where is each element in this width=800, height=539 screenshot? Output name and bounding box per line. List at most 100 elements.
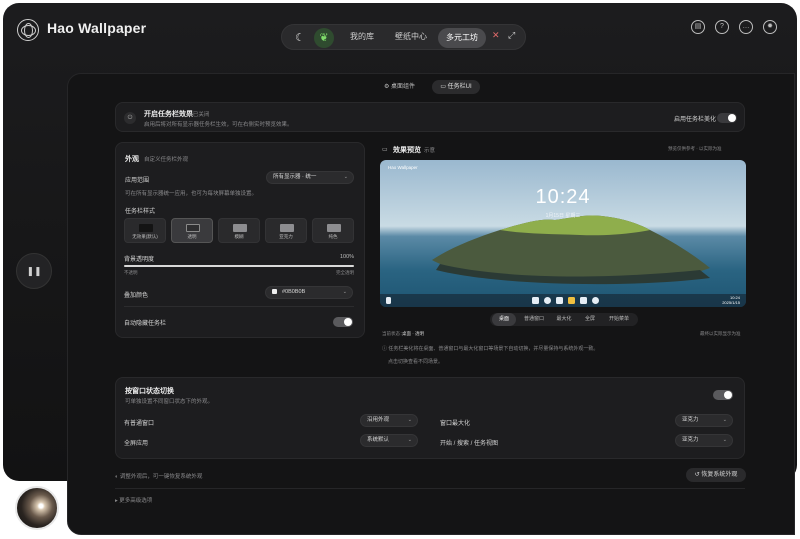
preview-taskbar: 10:24 2025/1/15: [380, 294, 746, 307]
preview-screen: Hao Wallpaper 10:24 1月15日 星期三 10:24 2025/…: [380, 160, 746, 307]
chevron-down-icon: ⌄: [407, 437, 412, 443]
preview-tabs: 桌面 普通窗口 最大化 全屏 开始菜单: [490, 313, 638, 326]
row-start-select[interactable]: 亚克力 ⌄: [675, 434, 733, 447]
preview-tab-maximized[interactable]: 最大化: [550, 313, 578, 326]
window-state-subtitle: 可单独设置不同窗口状态下的外观。: [125, 399, 214, 405]
appearance-title: 外观: [125, 156, 139, 163]
weather-icon: [386, 297, 391, 304]
chevron-down-icon: ⌄: [343, 174, 348, 180]
chat-icon[interactable]: …: [739, 20, 753, 34]
taskview-icon: [556, 297, 563, 304]
preview-tab-normal[interactable]: 普通窗口: [518, 313, 550, 326]
tab-workshop[interactable]: 多元工坊: [438, 28, 486, 48]
preview-app-label: Hao Wallpaper: [388, 165, 418, 170]
row-fullscreen-label: 全屏应用: [124, 441, 149, 447]
preview-info-right: 最终以实际显示为准: [700, 331, 741, 336]
row-maximized-select[interactable]: 亚克力 ⌄: [675, 414, 733, 427]
style-solid[interactable]: 纯色: [312, 218, 354, 243]
preview-tab-fullscreen[interactable]: 全屏: [578, 313, 602, 326]
color-select[interactable]: #0B0B0B ⌄: [265, 286, 353, 299]
preview-info-mid: 桌面 · 透明: [402, 331, 424, 336]
clipboard-icon[interactable]: ▤: [691, 20, 705, 34]
avatar[interactable]: [15, 486, 59, 530]
preview-tab-desktop[interactable]: 桌面: [492, 313, 516, 326]
opacity-max: 完全透明: [336, 270, 354, 275]
power-icon: ⏻: [124, 112, 136, 124]
opacity-value: 100%: [340, 254, 355, 260]
enable-toggle[interactable]: [717, 113, 737, 123]
stage: Hao Wallpaper ☾ ❦ 我的库 壁纸中心 多元工坊 ✕ ⤢ ▤ ? …: [0, 0, 800, 539]
enable-card: ⏻ 开启任务栏效果 ● 已关闭 启用后将对所有显示器任务栏生效，可在右侧实时预览…: [115, 102, 745, 132]
preview-tray-clock: 10:24 2025/1/15: [722, 295, 740, 305]
row-normal-label: 有普通窗口: [124, 421, 155, 427]
appearance-subtitle: 自定义任务栏外观: [144, 157, 189, 163]
tab-my-library[interactable]: 我的库: [350, 31, 374, 42]
footer-hint: ◐ 调整外观后，可一键恢复系统外观: [115, 474, 203, 480]
scope-hint: 可在所有显示器统一应用，也可为每块屏幕单独设置。: [125, 191, 258, 197]
style-blur[interactable]: 模糊: [218, 218, 260, 243]
row-start-label: 开始 / 搜索 / 任务视图: [440, 441, 499, 447]
preview-title: 效果预览: [393, 147, 421, 154]
preview-note: 预览仅供参考 · 以实际为准: [668, 146, 722, 151]
autohide-toggle[interactable]: [333, 317, 353, 327]
folder-icon: [568, 297, 575, 304]
style-acrylic[interactable]: 亚克力: [265, 218, 307, 243]
color-label: 叠加颜色: [124, 293, 149, 299]
window-state-toggle[interactable]: [713, 390, 733, 400]
preview-tip2: 点击切换查看不同场景。: [388, 359, 444, 365]
chevron-down-icon: ⌄: [407, 417, 412, 423]
preview-clock: 10:24: [535, 186, 591, 208]
more-options[interactable]: ▸ 更多高级选项: [115, 496, 152, 504]
scope-label: 应用范围: [125, 178, 150, 184]
settings-icon: [592, 297, 599, 304]
autohide-label: 自动隐藏任务栏: [124, 321, 167, 327]
segment-desktop-widgets[interactable]: ⚙ 桌面组件: [380, 80, 415, 94]
chevron-down-icon: ⌄: [722, 437, 727, 443]
row-normal-select[interactable]: 沿用外观 ⌄: [360, 414, 418, 427]
opacity-slider-fill: [124, 265, 354, 267]
style-label: 任务栏样式: [125, 209, 156, 215]
preview-icon: ▭: [382, 147, 388, 153]
close-icon[interactable]: ✕: [492, 30, 500, 41]
style-none[interactable]: 无效果(默认): [124, 218, 166, 243]
app-logo-icon: [17, 19, 39, 41]
enable-status: ● 已关闭: [188, 112, 210, 118]
segment-control: ⚙ 桌面组件 ▭ 任务栏UI: [380, 80, 484, 94]
tab-wallpaper-center[interactable]: 壁纸中心: [395, 31, 427, 42]
pause-button[interactable]: ❚❚: [16, 253, 52, 289]
footer-divider: [115, 488, 745, 489]
row-maximized-label: 窗口最大化: [440, 421, 471, 427]
style-transparent[interactable]: 透明: [171, 218, 213, 243]
segment-taskbar-ui[interactable]: ▭ 任务栏UI: [432, 80, 480, 94]
store-icon: [580, 297, 587, 304]
gear-icon[interactable]: ✹: [763, 20, 777, 34]
opacity-label: 背景透明度: [124, 257, 155, 263]
enable-desc: 启用后将对所有显示器任务栏生效，可在右侧实时预览效果。: [144, 122, 293, 128]
search-icon: [544, 297, 551, 304]
color-swatch: [272, 289, 277, 295]
scope-select[interactable]: 所有显示器 · 统一 ⌄: [266, 171, 354, 184]
window-state-card: 按窗口状态切换 可单独设置不同窗口状态下的外观。: [115, 377, 745, 459]
preview-date: 1月15日 星期三: [545, 213, 581, 219]
opacity-min: 不透明: [124, 270, 138, 275]
island-illustration: [432, 215, 710, 285]
restore-button[interactable]: ↺ 恢复系统外观: [686, 468, 746, 482]
window-state-title: 按窗口状态切换: [125, 388, 174, 395]
preview-tip: ⓘ 任务栏美化将在桌面、普通窗口与最大化窗口等场景下自动切换，并尽量保持与系统外…: [382, 346, 599, 352]
moon-icon[interactable]: ☾: [290, 28, 310, 48]
row-fullscreen-select[interactable]: 系统默认 ⌄: [360, 434, 418, 447]
preview-subtitle: 示意: [424, 148, 436, 154]
enable-toggle-label: 启用任务栏美化: [674, 117, 717, 123]
divider: [124, 306, 354, 307]
chevron-down-icon: ⌄: [342, 289, 347, 295]
opacity-slider[interactable]: [124, 265, 354, 267]
chevron-down-icon: ⌄: [722, 417, 727, 423]
enable-title: 开启任务栏效果: [144, 111, 193, 118]
app-title: Hao Wallpaper: [47, 20, 147, 36]
preview-tab-start[interactable]: 开始菜单: [602, 313, 636, 326]
expand-icon[interactable]: ⤢: [508, 30, 515, 41]
help-icon[interactable]: ?: [715, 20, 729, 34]
leaf-icon[interactable]: ❦: [314, 28, 334, 48]
pause-icon: ❚❚: [26, 266, 42, 276]
start-icon: [532, 297, 539, 304]
